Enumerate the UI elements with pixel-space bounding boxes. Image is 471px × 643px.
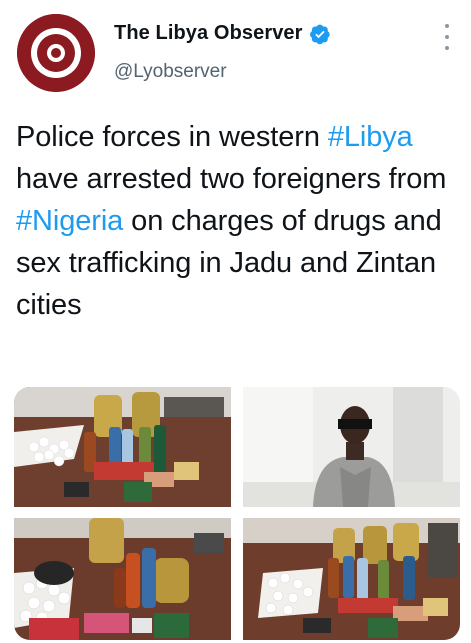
avatar[interactable] — [17, 14, 95, 92]
libya-observer-logo — [17, 14, 95, 92]
seized-items-photo-1[interactable] — [14, 387, 231, 507]
tweet-header: The Libya Observer @Lyobserver — [0, 0, 471, 100]
seized-items-photo-2[interactable] — [14, 518, 231, 640]
tweet-text-part: Police forces in western — [16, 121, 328, 153]
display-name[interactable]: The Libya Observer — [114, 22, 303, 45]
hashtag-libya[interactable]: #Libya — [328, 121, 413, 153]
media-grid — [14, 387, 460, 640]
hashtag-nigeria[interactable]: #Nigeria — [16, 205, 123, 237]
suspect-photo[interactable] — [243, 387, 460, 507]
tweet-text-part: have arrested two foreigners from — [16, 163, 447, 195]
account-handle[interactable]: @Lyobserver — [114, 61, 227, 83]
tweet-text: Police forces in western #Libya have arr… — [16, 116, 460, 326]
seized-items-photo-3[interactable] — [243, 518, 460, 640]
name-row: The Libya Observer — [114, 22, 331, 45]
more-options-icon[interactable] — [437, 24, 457, 50]
verified-badge-icon — [309, 23, 331, 45]
